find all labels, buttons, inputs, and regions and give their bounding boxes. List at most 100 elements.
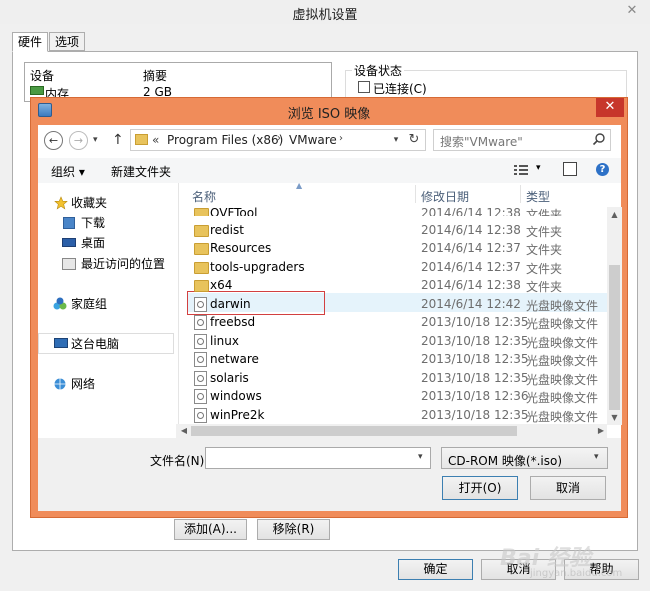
nav-item-desktop[interactable]: 桌面	[81, 234, 105, 252]
dialog-title: 浏览 ISO 映像	[287, 107, 371, 122]
vertical-scroll-thumb[interactable]	[609, 265, 620, 410]
help-icon[interactable]: ?	[596, 163, 609, 176]
vm-close-icon[interactable]: ✕	[617, 0, 647, 22]
desktop-icon	[62, 238, 76, 247]
folder-icon	[135, 134, 148, 145]
preview-pane-icon[interactable]	[563, 162, 577, 176]
file-type: 光盘映像文件	[526, 373, 599, 387]
scroll-down-icon[interactable]: ▼	[607, 410, 622, 425]
file-type: 文件夹	[526, 280, 563, 294]
file-row[interactable]: solaris 2013/10/18 12:35 光盘映像文件	[187, 369, 607, 387]
filename-input[interactable]	[205, 447, 431, 469]
nav-item-favorites[interactable]: 收藏夹	[71, 194, 107, 212]
nav-item-network[interactable]: 网络	[71, 375, 95, 393]
column-type[interactable]: 类型	[526, 188, 550, 205]
file-row[interactable]: freebsd 2013/10/18 12:35 光盘映像文件	[187, 313, 607, 331]
breadcrumb-separator[interactable]: ›	[339, 133, 343, 144]
disc-image-icon	[194, 334, 207, 349]
file-name: Resources	[210, 241, 272, 255]
watermark-url: jingyan.baidu.com	[530, 568, 623, 579]
refresh-icon[interactable]: ↻	[405, 130, 423, 150]
dialog-cancel-button[interactable]: 取消	[530, 476, 606, 500]
remove-device-button[interactable]: 移除(R)	[257, 519, 330, 540]
file-name: freebsd	[210, 315, 256, 329]
chevron-down-icon[interactable]: ▾	[389, 130, 403, 150]
up-arrow-icon[interactable]: ↑	[112, 130, 126, 150]
breadcrumb-program-files[interactable]: Program Files (x86)	[167, 133, 283, 147]
add-device-button[interactable]: 添加(A)...	[174, 519, 247, 540]
file-row[interactable]: winPre2k 2013/10/18 12:35 光盘映像文件	[187, 406, 607, 424]
tab-options[interactable]: 选项	[49, 32, 85, 51]
search-icon[interactable]	[592, 132, 606, 146]
file-row[interactable]: darwin 2014/6/14 12:42 光盘映像文件	[187, 295, 607, 313]
file-date: 2014/6/14 12:38	[421, 206, 521, 216]
connected-label[interactable]: 已连接(C)	[373, 80, 427, 97]
nav-item-this-pc[interactable]: 这台电脑	[71, 335, 119, 353]
file-row[interactable]: redist 2014/6/14 12:38 文件夹	[187, 221, 607, 239]
file-type: 光盘映像文件	[526, 299, 599, 313]
scroll-right-icon[interactable]: ▶	[594, 424, 608, 438]
summary-column-header[interactable]: 摘要	[143, 67, 167, 84]
dialog-close-icon[interactable]: ✕	[596, 98, 624, 117]
file-name: windows	[210, 389, 262, 403]
scroll-up-icon[interactable]: ▲	[607, 207, 622, 222]
ok-button[interactable]: 确定	[398, 559, 473, 580]
tab-hardware[interactable]: 硬件	[12, 32, 48, 52]
file-row[interactable]: tools-upgraders 2014/6/14 12:37 文件夹	[187, 258, 607, 276]
device-column-header[interactable]: 设备	[30, 67, 54, 84]
column-date[interactable]: 修改日期	[421, 188, 469, 205]
breadcrumb-vmware[interactable]: VMware	[289, 133, 337, 147]
homegroup-icon	[53, 297, 67, 310]
search-input[interactable]: 搜索"VMware"	[440, 133, 590, 150]
breadcrumb-separator[interactable]: ›	[277, 133, 281, 144]
file-name: redist	[210, 223, 244, 237]
memory-icon	[30, 86, 44, 95]
file-date: 2014/6/14 12:38	[421, 278, 521, 292]
file-date: 2014/6/14 12:38	[421, 223, 521, 237]
view-mode-dropdown-icon[interactable]: ▾	[536, 163, 541, 173]
file-row[interactable]: OVFTool 2014/6/14 12:38 文件夹	[187, 204, 607, 216]
recent-locations-dropdown-icon[interactable]: ▾	[93, 132, 105, 148]
vm-window-title: 虚拟机设置	[292, 8, 358, 23]
filetype-dropdown-icon[interactable]: ▾	[594, 452, 599, 462]
file-type: 文件夹	[526, 262, 563, 276]
nav-pane-divider[interactable]	[178, 183, 179, 438]
open-button[interactable]: 打开(O)	[442, 476, 518, 500]
forward-arrow-icon[interactable]: →	[69, 131, 88, 150]
device-status-title: 设备状态	[352, 62, 405, 79]
file-name: x64	[210, 278, 233, 292]
file-list-header	[184, 184, 622, 206]
folder-icon	[194, 280, 209, 292]
file-date: 2013/10/18 12:35	[421, 371, 529, 385]
file-type: 文件夹	[526, 225, 563, 239]
file-date: 2013/10/18 12:35	[421, 352, 529, 366]
column-divider[interactable]	[520, 185, 521, 203]
file-date: 2013/10/18 12:36	[421, 389, 529, 403]
file-name: netware	[210, 352, 259, 366]
disc-image-icon	[194, 315, 207, 330]
scroll-left-icon[interactable]: ◀	[177, 424, 191, 438]
file-row[interactable]: x64 2014/6/14 12:38 文件夹	[187, 276, 607, 294]
nav-item-recent[interactable]: 最近访问的位置	[81, 255, 165, 273]
disc-image-icon	[194, 389, 207, 404]
column-name[interactable]: 名称	[192, 188, 216, 205]
horizontal-scroll-thumb[interactable]	[191, 426, 517, 436]
file-date: 2014/6/14 12:37	[421, 260, 521, 274]
column-divider[interactable]	[415, 185, 416, 203]
disc-image-icon	[194, 408, 207, 423]
organize-menu[interactable]: 组织 ▾	[51, 163, 85, 180]
new-folder-button[interactable]: 新建文件夹	[111, 163, 171, 180]
file-type: 文件夹	[526, 208, 563, 216]
file-row[interactable]: Resources 2014/6/14 12:37 文件夹	[187, 239, 607, 257]
address-overflow-chevron[interactable]: «	[152, 133, 159, 147]
view-mode-icon[interactable]	[513, 163, 529, 177]
back-arrow-icon[interactable]: ←	[44, 131, 63, 150]
nav-item-downloads[interactable]: 下载	[81, 214, 105, 232]
file-row[interactable]: linux 2013/10/18 12:35 光盘映像文件	[187, 332, 607, 350]
filename-dropdown-icon[interactable]: ▾	[418, 452, 423, 462]
file-type: 光盘映像文件	[526, 317, 599, 331]
nav-item-homegroup[interactable]: 家庭组	[71, 295, 107, 313]
file-row[interactable]: netware 2013/10/18 12:35 光盘映像文件	[187, 350, 607, 368]
file-row[interactable]: windows 2013/10/18 12:36 光盘映像文件	[187, 387, 607, 405]
connected-checkbox[interactable]	[358, 81, 370, 93]
